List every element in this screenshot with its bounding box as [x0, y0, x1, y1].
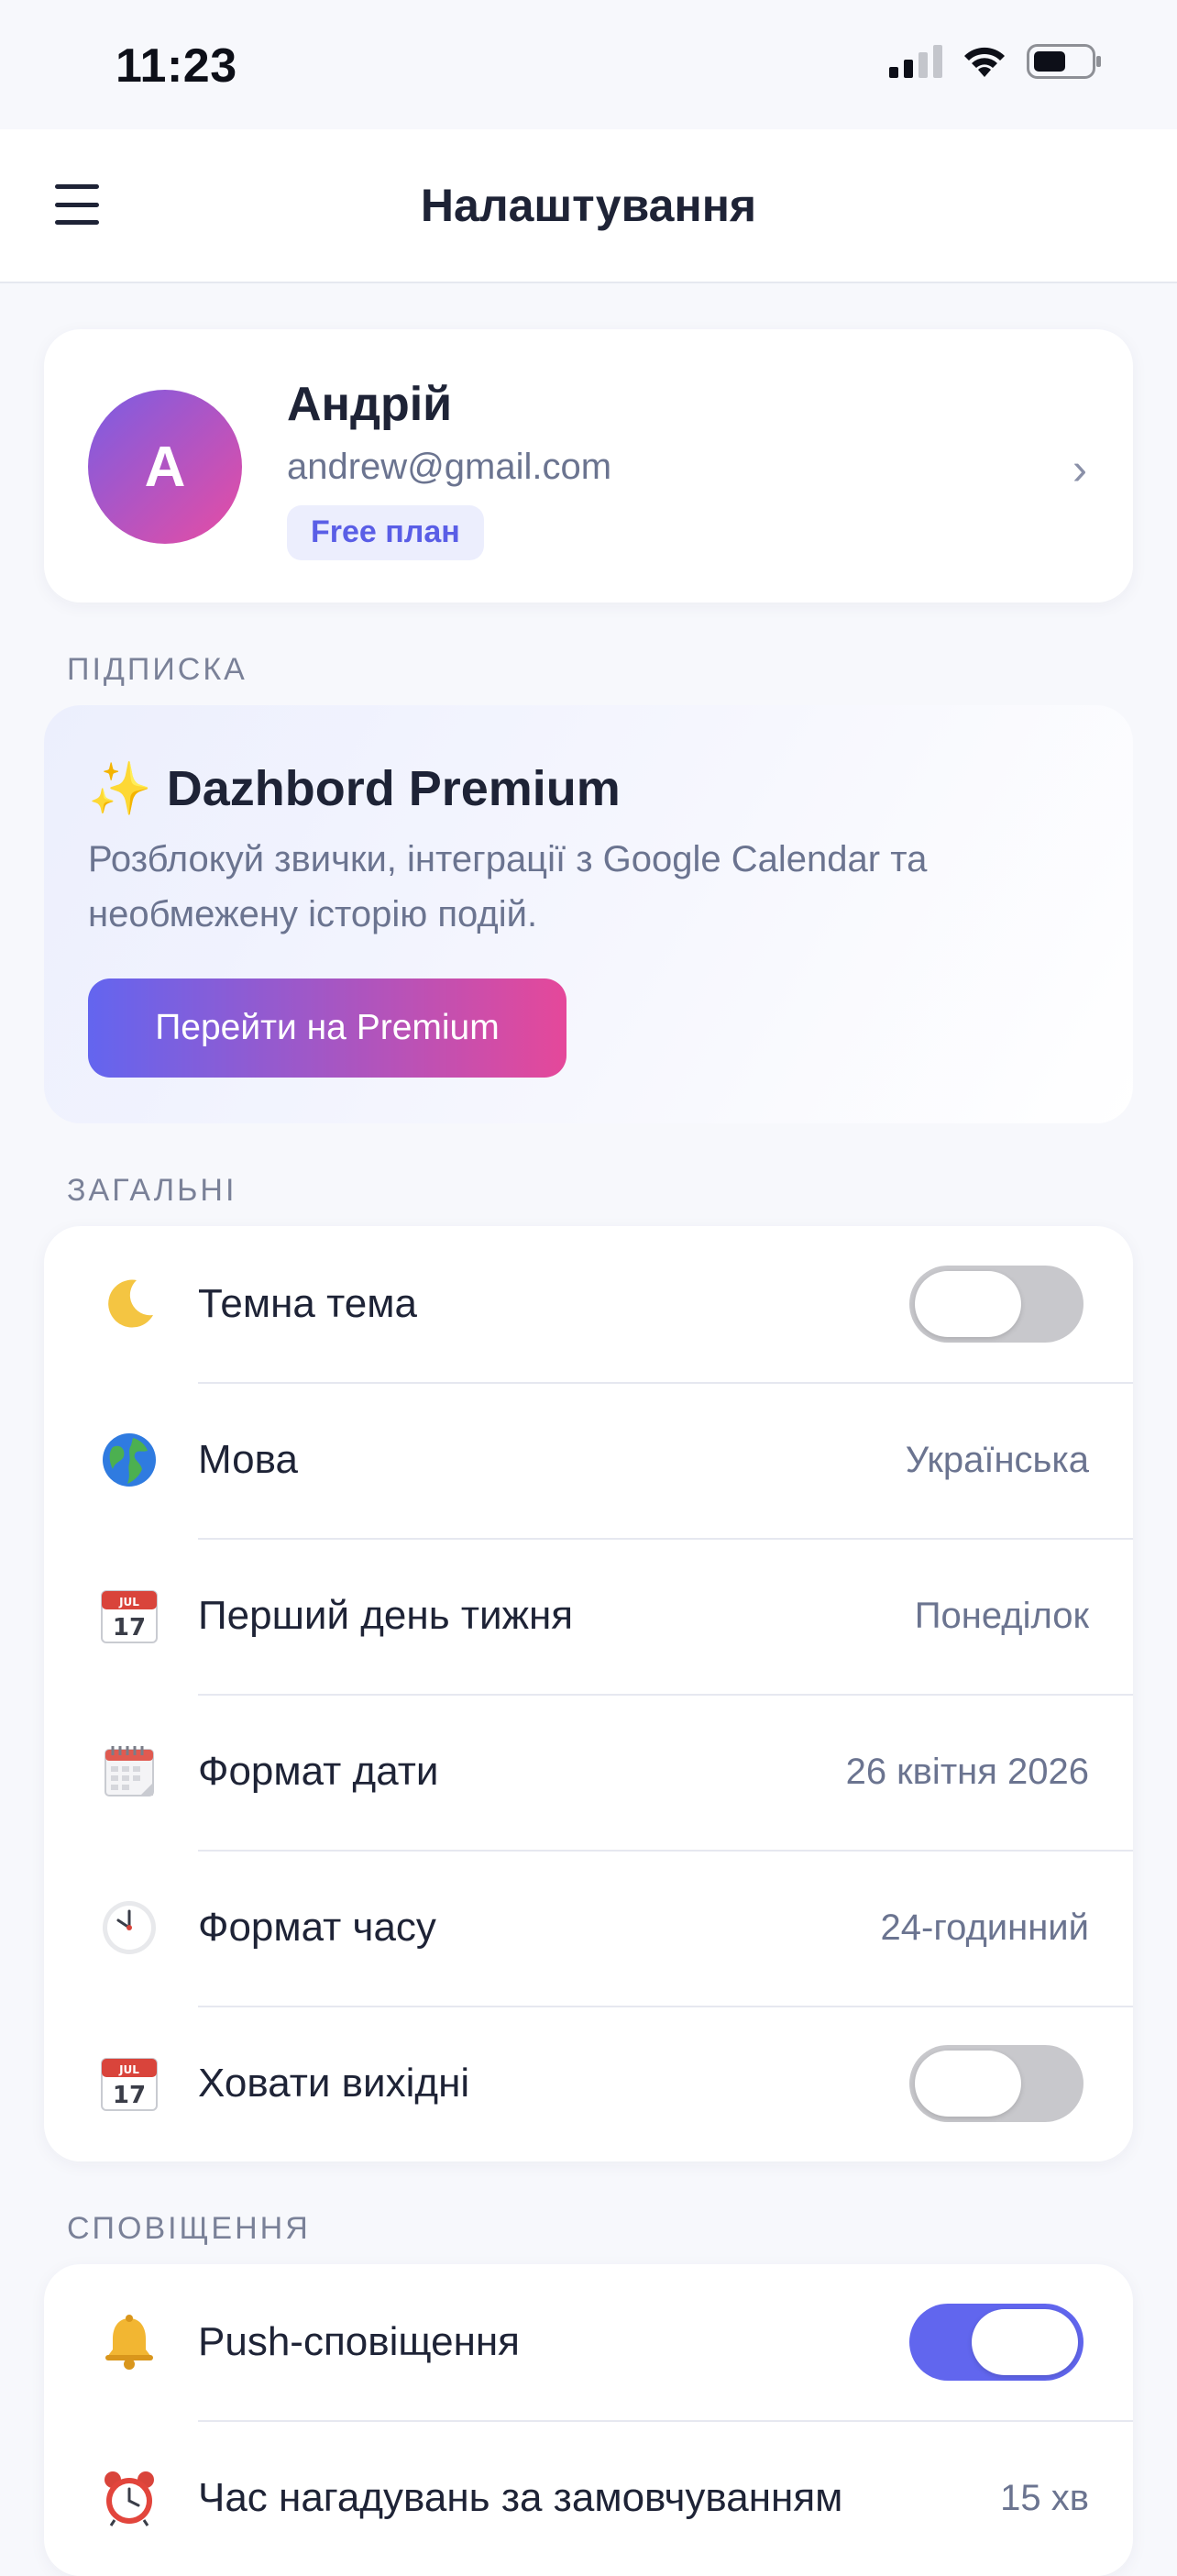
calendar-day: 17 — [113, 2082, 146, 2109]
profile-name: Андрій — [287, 378, 453, 431]
setting-row-push[interactable]: Push-сповіщення — [44, 2264, 1133, 2420]
setting-label: Push-сповіщення — [198, 2319, 520, 2364]
moon-icon — [97, 1272, 161, 1336]
section-label-general: ЗАГАЛЬНІ — [67, 1173, 237, 1208]
push-notifications-toggle[interactable] — [909, 2304, 1084, 2381]
premium-description: Розблокуй звички, інтеграції з Google Ca… — [88, 839, 928, 934]
status-bar: 11:23 — [0, 0, 1177, 129]
hamburger-icon — [55, 184, 99, 189]
status-time: 11:23 — [116, 39, 237, 93]
wifi-icon — [964, 47, 1005, 77]
spiral-calendar-icon — [97, 1740, 161, 1804]
calendar-day: 17 — [113, 1614, 146, 1642]
dark-theme-toggle[interactable] — [909, 1266, 1084, 1343]
calendar-month: JUL — [118, 2063, 139, 2076]
general-settings-list: Темна тема Мова Українська JUL 17 Перший… — [44, 1226, 1133, 2161]
notification-settings-list: Push-сповіщення Час нагадувань за замовч… — [44, 2264, 1133, 2576]
setting-value: Понеділок — [914, 1595, 1089, 1636]
setting-row-date-format[interactable]: Формат дати 26 квітня 2026 — [44, 1694, 1133, 1850]
setting-row-time-format[interactable]: Формат часу 24-годинний — [44, 1850, 1133, 2006]
premium-title-text: Dazhbord Premium — [166, 761, 621, 816]
menu-button[interactable] — [55, 184, 99, 225]
hamburger-icon-line — [55, 202, 99, 207]
status-icons — [889, 44, 1102, 79]
calendar-icon: JUL 17 — [97, 2051, 161, 2116]
globe-icon — [97, 1428, 161, 1492]
section-label-notifications: СПОВІЩЕННЯ — [67, 2211, 311, 2246]
setting-label: Ховати вихідні — [198, 2061, 470, 2106]
page-title: Налаштування — [420, 180, 757, 231]
plan-badge: Free план — [287, 505, 484, 560]
calendar-icon: JUL 17 — [97, 1584, 161, 1648]
hide-weekends-toggle[interactable] — [909, 2045, 1084, 2122]
setting-row-hide-weekends[interactable]: JUL 17 Ховати вихідні — [44, 2006, 1133, 2161]
avatar: A — [88, 390, 242, 544]
toggle-knob — [972, 2309, 1078, 2375]
nav-bar: Налаштування — [0, 129, 1177, 283]
hamburger-icon-line — [55, 220, 99, 225]
setting-value: 26 квітня 2026 — [845, 1751, 1089, 1792]
go-premium-button[interactable]: Перейти на Premium — [88, 978, 566, 1078]
premium-title: ✨ Dazhbord Premium — [88, 758, 621, 819]
setting-row-dark-theme[interactable]: Темна тема — [44, 1226, 1133, 1382]
profile-card[interactable]: A Андрій andrew@gmail.com Free план › — [44, 329, 1133, 603]
setting-row-reminder-time[interactable]: Час нагадувань за замовчуванням 15 хв — [44, 2420, 1133, 2576]
section-label-subscription: ПІДПИСКА — [67, 652, 248, 687]
setting-value: 24-годинний — [880, 1907, 1089, 1948]
settings-content: A Андрій andrew@gmail.com Free план › ПІ… — [0, 283, 1177, 2576]
toggle-knob — [915, 1271, 1021, 1337]
sparkles-icon: ✨ — [88, 759, 152, 817]
setting-label: Темна тема — [198, 1281, 417, 1326]
signal-icon — [889, 45, 942, 78]
toggle-knob — [915, 2051, 1021, 2117]
battery-icon — [1027, 44, 1101, 79]
setting-value: 15 хв — [1000, 2477, 1089, 2518]
bell-icon — [97, 2310, 161, 2374]
setting-label: Формат часу — [198, 1905, 436, 1950]
setting-row-language[interactable]: Мова Українська — [44, 1382, 1133, 1538]
setting-label: Час нагадувань за замовчуванням — [198, 2475, 843, 2520]
clock-icon — [97, 1896, 161, 1960]
profile-info: Андрій andrew@gmail.com Free план — [287, 381, 611, 560]
setting-label: Формат дати — [198, 1749, 439, 1794]
setting-label: Перший день тижня — [198, 1593, 574, 1638]
premium-card: ✨ Dazhbord Premium Розблокуй звички, інт… — [44, 705, 1133, 1123]
setting-value: Українська — [905, 1439, 1089, 1480]
setting-row-first-weekday[interactable]: JUL 17 Перший день тижня Понеділок — [44, 1538, 1133, 1694]
alarm-clock-icon — [97, 2466, 161, 2530]
chevron-right-icon: › — [1072, 446, 1087, 494]
setting-label: Мова — [198, 1437, 298, 1482]
profile-email: andrew@gmail.com — [287, 447, 612, 487]
calendar-month: JUL — [118, 1596, 139, 1609]
